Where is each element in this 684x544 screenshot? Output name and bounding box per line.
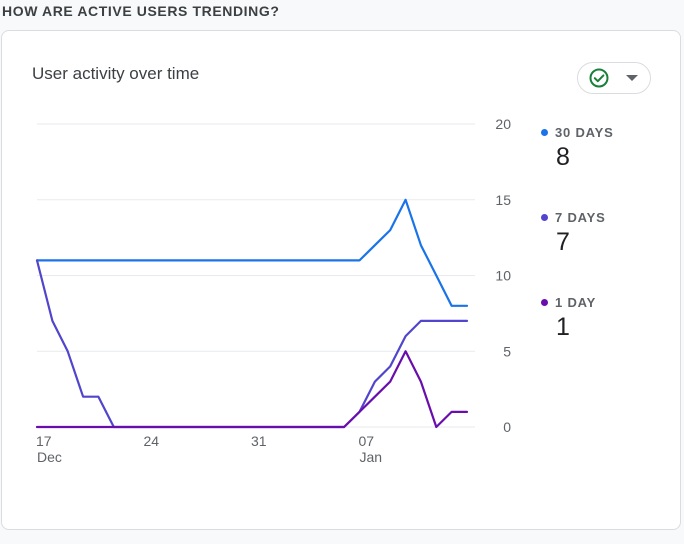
user-activity-chart: 0 5 10 15 20 17Dec 24 31 07Jan: [35, 116, 511, 465]
x-tick-label-17: 17: [36, 433, 52, 449]
x-tick-label-24: 24: [144, 433, 160, 449]
series-line-30-days: [35, 198, 469, 307]
y-tick-label-10: 10: [495, 268, 511, 284]
y-tick-label-20: 20: [495, 116, 511, 132]
series-line-1-day: [35, 350, 469, 429]
x-tick-sublabel-jan: Jan: [360, 449, 383, 465]
series-line-7-days: [35, 259, 469, 429]
y-tick-label-5: 5: [503, 343, 511, 359]
y-tick-label-0: 0: [503, 419, 511, 435]
y-tick-label-15: 15: [495, 192, 511, 208]
x-tick-label-07: 07: [359, 433, 375, 449]
x-tick-label-31: 31: [251, 433, 267, 449]
x-tick-sublabel-dec: Dec: [37, 449, 62, 465]
